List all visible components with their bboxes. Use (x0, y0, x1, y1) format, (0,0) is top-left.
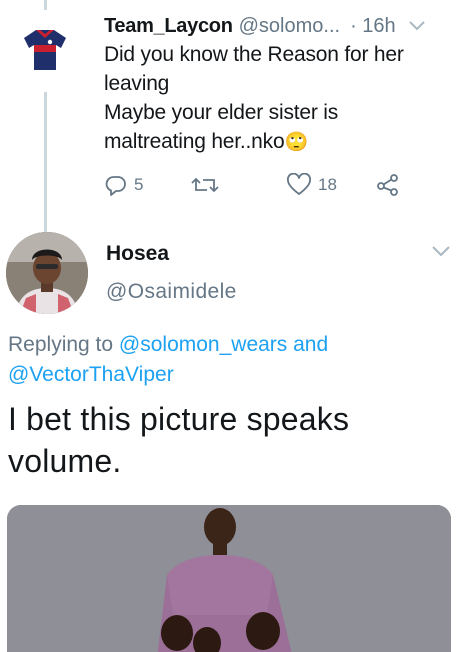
user-handle[interactable]: @solomo... (239, 15, 340, 38)
replying-to: Replying to @solomon_wears and @VectorTh… (8, 330, 460, 390)
rolling-eyes-emoji: 🙄 (284, 132, 308, 153)
tweet-text: Did you know the Reason for her leaving … (104, 40, 454, 157)
mention-link[interactable]: @VectorThaViper (8, 363, 174, 386)
profile-photo (6, 232, 88, 314)
tweet-text-line: Maybe your elder sister is (104, 101, 339, 124)
heart-icon (287, 173, 311, 195)
user-handle[interactable]: @Osaimidele (106, 280, 237, 304)
family-photo (7, 505, 451, 652)
thread-connector (44, 92, 47, 232)
tweet-actions: 5 18 (104, 170, 434, 200)
avatar[interactable] (6, 232, 88, 314)
like-button[interactable]: 18 (286, 170, 337, 200)
tweet-text-line: maltreating her..nko🙄 (104, 130, 308, 153)
mention-link[interactable]: @solomon_wears (119, 333, 287, 356)
retweet-icon (191, 177, 219, 193)
reply-icon (105, 176, 126, 196)
avatar[interactable] (14, 18, 76, 80)
replying-joiner[interactable]: and (287, 333, 328, 356)
share-button[interactable] (376, 170, 400, 200)
chevron-down-icon[interactable] (406, 15, 428, 37)
reply-button[interactable]: 5 (104, 170, 143, 200)
tweet-text-line: leaving (104, 72, 170, 95)
thread-connector-top (44, 0, 47, 10)
retweet-button[interactable] (190, 170, 226, 200)
display-name[interactable]: Hosea (106, 242, 169, 266)
tweet-photo[interactable] (7, 505, 451, 652)
jersey-icon (14, 18, 76, 80)
share-icon (377, 174, 398, 196)
like-count: 18 (318, 175, 337, 194)
display-name[interactable]: Team_Laycon (104, 15, 233, 38)
tweet-text-line: Did you know the Reason for her (104, 43, 404, 66)
tweet-text: I bet this picture speaks volume. (8, 401, 350, 479)
replying-prefix: Replying to (8, 333, 119, 356)
chevron-down-icon[interactable] (430, 244, 454, 266)
tweet-header: Team_Laycon @solomo... · 16h (104, 10, 456, 42)
reply-count: 5 (134, 175, 144, 194)
timestamp[interactable]: · 16h (350, 15, 396, 38)
